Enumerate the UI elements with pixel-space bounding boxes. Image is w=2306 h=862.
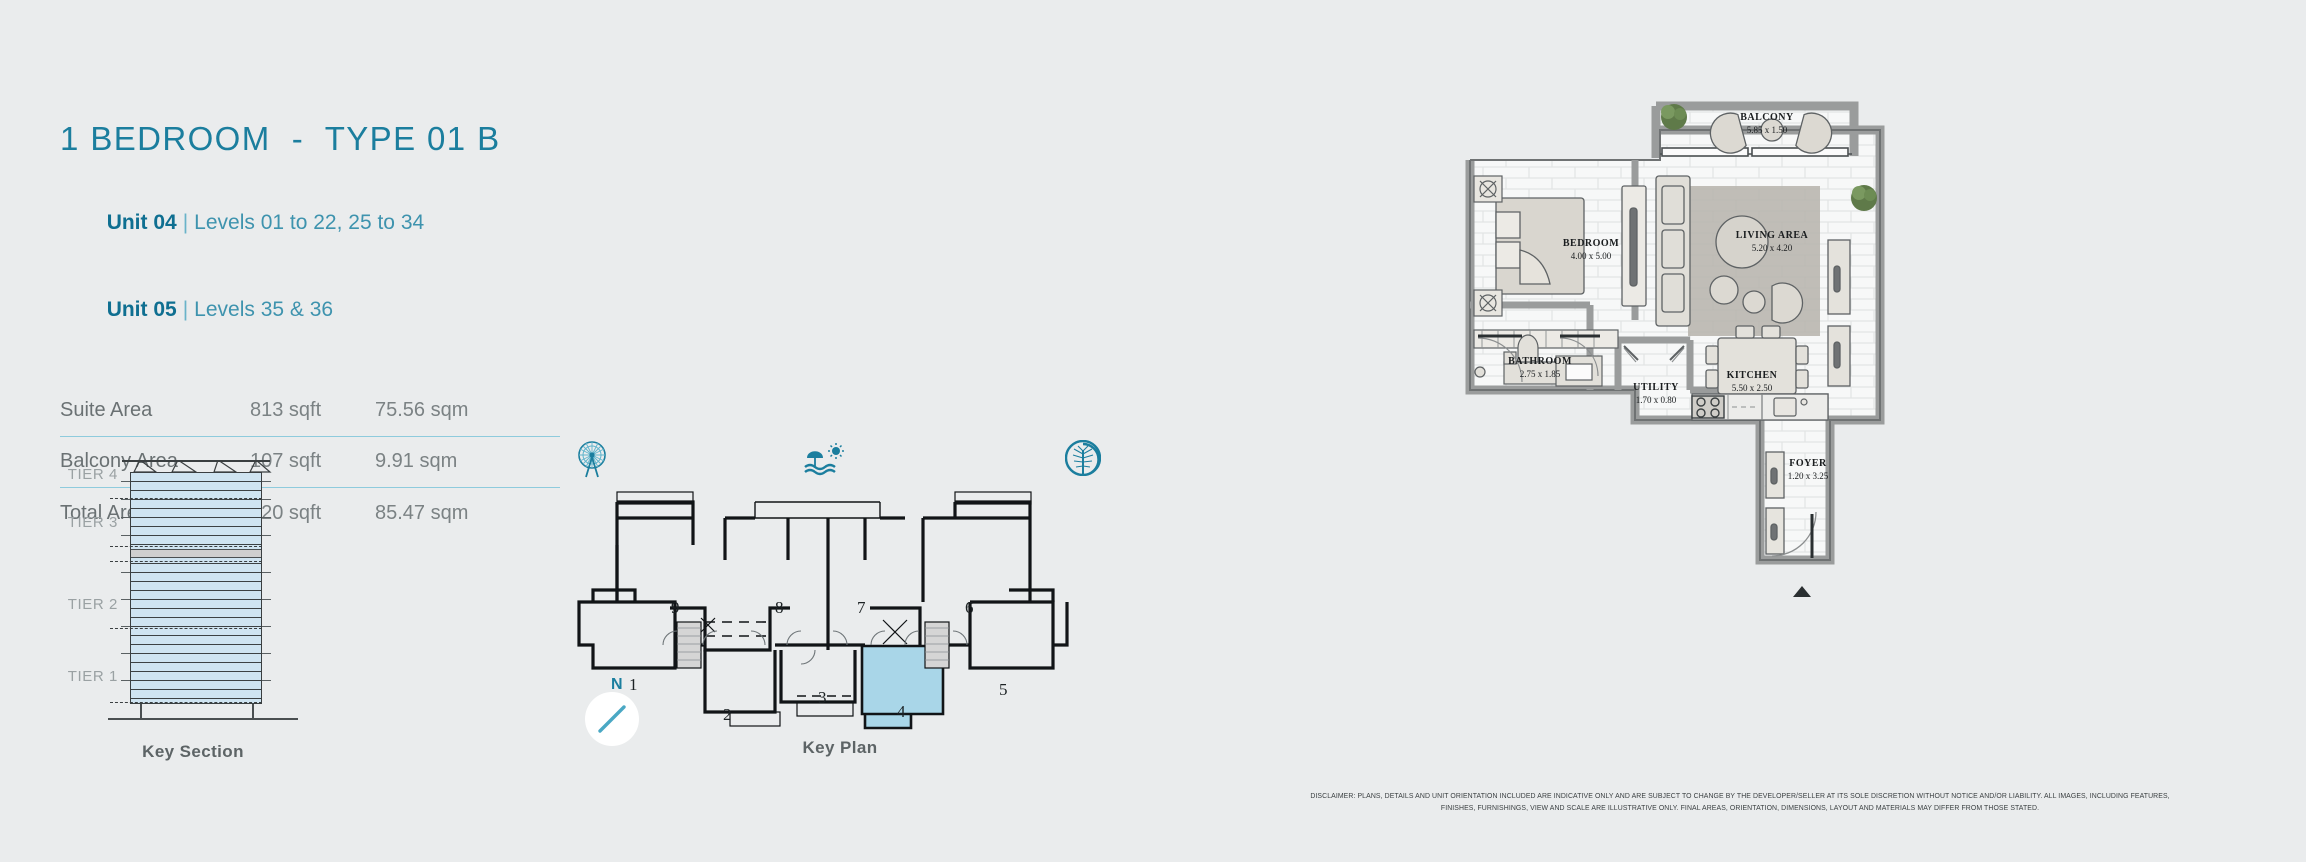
disclaimer-line-2: FINISHES, FURNISHINGS, VIEW AND SCALE AR… [1440,803,2040,813]
key-plan-unit-5[interactable]: 5 [999,680,1008,700]
room-label-balcony: BALCONY 5.85 x 1.50 [1740,112,1794,135]
key-plan-caption: Key Plan [802,738,878,757]
compass-north-label: N [611,676,623,693]
podium-leg [252,704,254,718]
area-sqm: 85.47 sqm [375,501,469,524]
disclaimer: DISCLAIMER: PLANS, DETAILS AND UNIT ORIE… [1217,790,2263,814]
unit-levels: Levels 35 & 36 [194,297,334,321]
unit-name: Unit 04 [106,210,177,234]
unit-floor-plan: BALCONY 5.85 x 1.50 LIVING AREA 5.20 x 4… [1460,90,2040,740]
unit-separator: | [182,297,189,321]
tier-label-1: TIER 1 [67,668,118,685]
page-title: 1 BEDROOM - TYPE 01 B [60,120,501,157]
tier-divider-2 [110,628,262,629]
unit-levels: Levels 01 to 22, 25 to 34 [194,210,425,234]
key-section-caption: Key Section [142,742,244,761]
area-sqm: 9.91 sqm [375,450,458,473]
tower-section [121,472,271,704]
key-plan-diagram: 9 8 7 6 1 2 3 4 5 N Key Plan [575,440,1105,770]
podium-leg [140,704,142,718]
room-label-bedroom: BEDROOM 4.00 x 5.00 [1562,238,1620,261]
unit-level-list: Unit 04 | Levels 01 to 22, 25 to 34 Unit 0… [60,180,580,354]
beach-icon [804,443,844,476]
key-plan-unit-1[interactable]: 1 [629,675,638,695]
tier-label-4: TIER 4 [67,466,118,483]
key-plan-unit-8[interactable]: 8 [775,598,784,618]
room-label-foyer: FOYER 1.20 x 3.25 [1787,458,1829,481]
ain-dubai-icon [578,441,606,478]
tier-divider-3 [110,546,262,547]
unit-separator: | [182,210,189,234]
area-sqm: 75.56 sqm [375,399,469,422]
key-plan-unit-6[interactable]: 6 [965,598,974,618]
room-label-utility: UTILITY 1.70 x 0.80 [1633,382,1679,405]
unit-line: Unit 04 | Levels 01 to 22, 25 to 34 [60,180,580,267]
key-plan-unit-3[interactable]: 3 [818,688,827,708]
room-label-bathroom: BATHROOM 2.75 x 1.85 [1508,356,1572,379]
key-plan-unit-2[interactable]: 2 [723,705,732,725]
key-plan-unit-4[interactable]: 4 [897,702,906,722]
tier-divider-1 [110,702,262,703]
disclaimer-line-1: DISCLAIMER: PLANS, DETAILS AND UNIT ORIE… [1310,791,2170,800]
table-row: Suite Area 813 sqft 75.56 sqm [60,386,560,437]
tier-label-2: TIER 2 [67,596,118,613]
unit-line: Unit 05 | Levels 35 & 36 [60,267,580,354]
unit-name: Unit 05 [106,297,177,321]
tier-divider-4 [110,498,262,499]
podium-base [108,718,298,720]
key-plan-layout [577,491,1069,730]
tier-divider-3b [110,561,262,562]
key-section-diagram: TIER 4 TIER 3 TIER 2 TIER 1 Key Section [48,446,338,776]
area-sqft: 813 sqft [250,399,322,422]
tier-label-group: TIER 4 TIER 3 TIER 2 TIER 1 [48,446,126,706]
floor-plan-drawing [1465,101,1885,565]
floor-plan-page: 1 BEDROOM - TYPE 01 B Unit 04 | Levels 01 … [0,0,2306,862]
compass-needle-icon [598,705,626,733]
key-plan-unit-7[interactable]: 7 [857,598,866,618]
room-label-living-area: LIVING AREA 5.20 x 4.20 [1735,230,1809,253]
palm-jumeirah-icon [1065,440,1101,476]
room-label-kitchen: KITCHEN 5.50 x 2.50 [1726,370,1778,393]
tier-label-3: TIER 3 [67,514,118,531]
area-label: Suite Area [60,399,153,422]
key-plan-unit-9[interactable]: 9 [671,598,680,618]
entry-arrow-icon [1793,586,1811,597]
